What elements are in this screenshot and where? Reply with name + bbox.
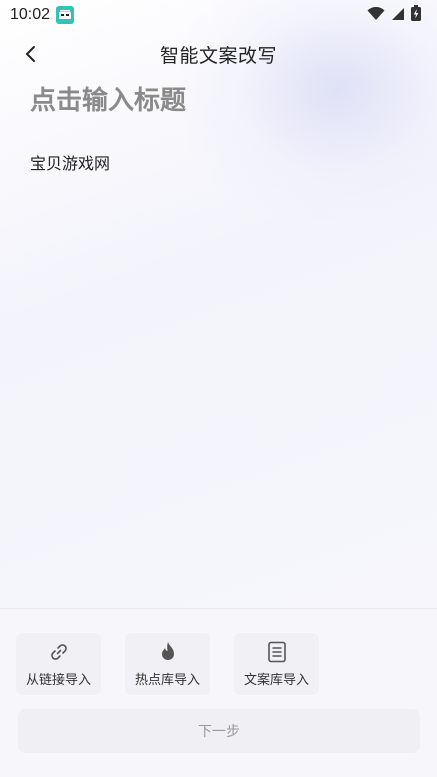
bottom-panel: 从链接导入 热点库导入 文案库导入 下一步	[0, 608, 437, 777]
header: 智能文案改写	[0, 34, 437, 74]
import-from-library-button[interactable]: 文案库导入	[234, 633, 320, 695]
import-from-link-button[interactable]: 从链接导入	[16, 633, 102, 695]
back-button[interactable]	[18, 40, 42, 68]
battery-charging-icon	[411, 5, 421, 25]
signal-icon	[391, 6, 405, 25]
app-notification-icon	[56, 6, 75, 24]
title-input[interactable]: 点击输入标题	[30, 80, 410, 117]
page-title: 智能文案改写	[159, 44, 277, 67]
status-right	[367, 5, 421, 25]
import-from-hotspot-label: 热点库导入	[135, 672, 201, 688]
import-from-library-label: 文案库导入	[244, 672, 310, 688]
wifi-icon	[367, 6, 385, 25]
chevron-left-icon	[26, 46, 35, 62]
body-text-area[interactable]: 宝贝游戏网	[30, 150, 410, 174]
link-icon	[48, 641, 70, 663]
status-time: 10:02	[10, 6, 51, 23]
document-icon	[266, 641, 288, 663]
screen: 10:02 智能文案改写 点击输入标题 宝贝游戏网 从链接导入 热点库导入 文案…	[0, 0, 437, 777]
status-left: 10:02	[10, 6, 75, 24]
flame-icon	[157, 641, 179, 663]
import-button-row: 从链接导入 热点库导入 文案库导入	[16, 633, 320, 695]
import-from-link-label: 从链接导入	[26, 672, 92, 688]
next-step-button[interactable]: 下一步	[18, 709, 420, 753]
import-from-hotspot-button[interactable]: 热点库导入	[125, 633, 211, 695]
status-bar: 10:02	[0, 0, 437, 30]
